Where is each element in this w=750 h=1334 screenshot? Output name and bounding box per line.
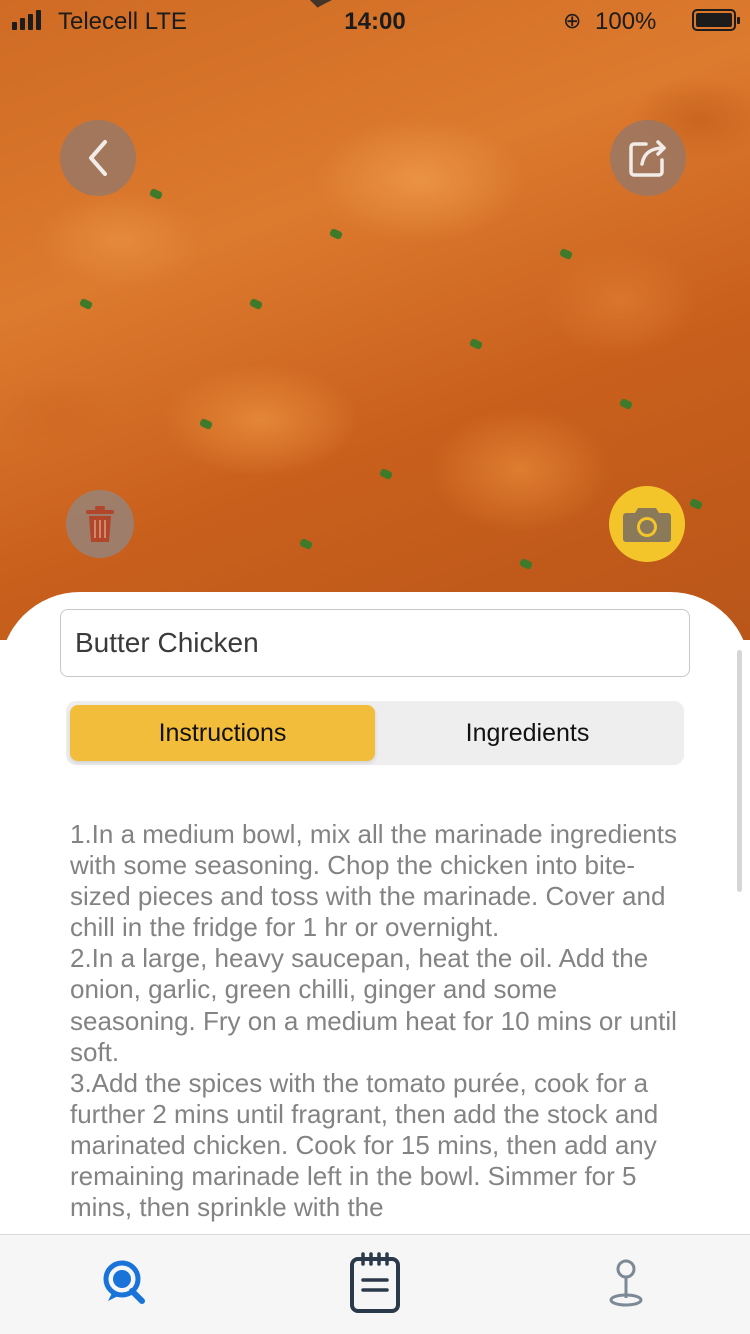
orientation-lock-icon: ⊕ (563, 8, 582, 33)
instruction-step: 1.In a medium bowl, mix all the marinade… (70, 819, 677, 943)
camera-icon (623, 508, 671, 542)
herb-garnish (378, 467, 394, 481)
battery-icon (692, 9, 740, 31)
recipe-title-input[interactable] (60, 609, 690, 677)
herb-garnish (148, 187, 164, 201)
herb-garnish (618, 397, 634, 411)
tab-bar-map[interactable] (586, 1245, 666, 1321)
herb-garnish (298, 537, 314, 551)
notepad-icon (350, 1252, 400, 1313)
instructions-text: 1.In a medium bowl, mix all the marinade… (70, 819, 680, 1235)
tab-ingredients[interactable]: Ingredients (375, 705, 680, 761)
delete-button[interactable] (66, 490, 134, 558)
battery-percent: 100% (595, 8, 657, 35)
herb-garnish (558, 247, 574, 261)
herb-garnish (78, 297, 94, 311)
herb-garnish (248, 297, 264, 311)
search-bubble-icon (103, 1260, 145, 1304)
trash-icon (86, 506, 114, 542)
herb-garnish (198, 417, 214, 431)
herb-garnish (328, 227, 344, 241)
tab-instructions[interactable]: Instructions (70, 705, 375, 761)
location-pin-icon (609, 1259, 643, 1307)
herb-garnish (518, 557, 534, 571)
back-button[interactable] (60, 120, 136, 196)
status-bar: Telecell LTE 14:00 ⊕ 100% (0, 0, 750, 40)
tab-bar-notes[interactable] (335, 1245, 415, 1321)
share-icon (629, 140, 666, 177)
instruction-step: 3.Add the spices with the tomato purée, … (70, 1067, 659, 1223)
tab-bar-search[interactable] (86, 1245, 166, 1321)
bottom-tab-bar (0, 1234, 750, 1334)
herb-garnish (468, 337, 484, 351)
share-button[interactable] (610, 120, 686, 196)
instruction-step: 2.In a large, heavy saucepan, heat the o… (70, 943, 677, 1067)
chevron-left-icon (89, 140, 107, 176)
section-segmented-control: Instructions Ingredients (66, 701, 684, 765)
herb-garnish (688, 497, 704, 511)
camera-button[interactable] (609, 486, 685, 562)
scrollbar[interactable] (737, 650, 742, 892)
